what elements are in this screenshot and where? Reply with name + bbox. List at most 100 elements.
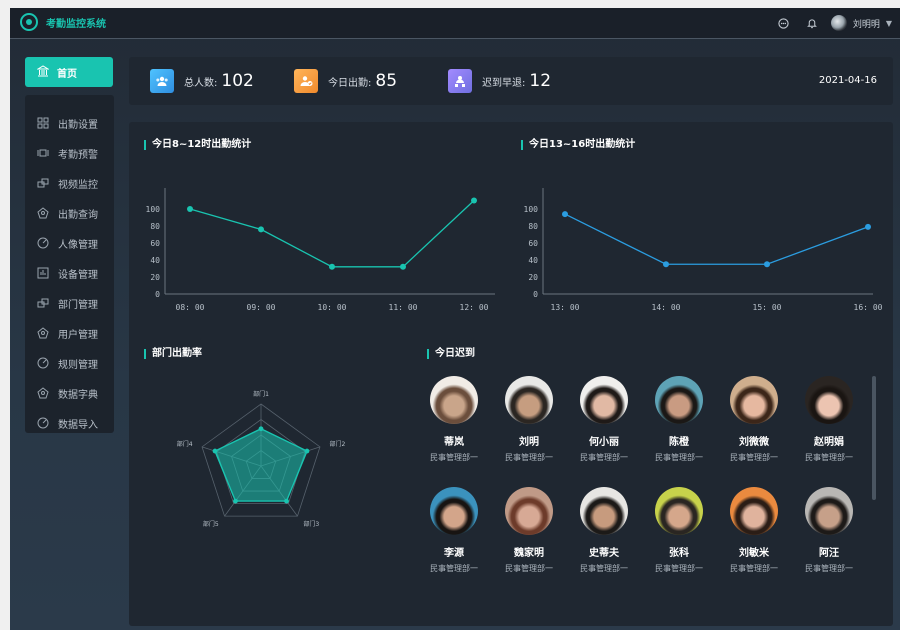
user-avatar[interactable] [830, 15, 847, 31]
import-icon [37, 417, 49, 429]
late-person-card[interactable]: 李源 民事管理部一 [419, 487, 489, 574]
user-name[interactable]: 刘明明 [853, 17, 880, 30]
current-date: 2021-04-16 [818, 75, 877, 86]
radar-point[interactable] [212, 448, 218, 454]
menu-item-label: 人像管理 [58, 239, 98, 251]
morning-y-tick: 20 [150, 273, 160, 282]
app-window: 考勤监控系统 刘明明 ▼ 首页 出勤设置考勤预警视频监控出勤查询人像管理设备管理… [10, 8, 900, 630]
menu-item-11[interactable]: 数据导入 [25, 412, 114, 434]
radar-point[interactable] [284, 498, 289, 504]
person-name: 何小丽 [589, 437, 619, 448]
person-avatar [730, 487, 778, 535]
bell-icon[interactable] [803, 14, 821, 32]
menu-item-4[interactable]: 出勤查询 [25, 202, 114, 224]
person-name: 赵明娟 [814, 437, 844, 448]
afternoon-series-line [564, 213, 869, 265]
late-person-card[interactable]: 刘敏米 民事管理部一 [719, 487, 789, 574]
brand[interactable]: 考勤监控系统 [20, 13, 106, 31]
person-dept: 民事管理部一 [505, 564, 553, 573]
late-person-card[interactable]: 史蒂夫 民事管理部一 [569, 487, 639, 574]
stat-total: 总人数: 102 [150, 69, 254, 93]
afternoon-data-point[interactable] [865, 223, 871, 230]
stat-present-label: 今日出勤: [328, 77, 372, 89]
radar-point[interactable] [258, 426, 264, 432]
morning-data-point[interactable] [329, 263, 335, 270]
late-person-card[interactable]: 赵明娟 民事管理部一 [794, 376, 864, 463]
person-name: 刘敏米 [739, 548, 769, 559]
late-person-card[interactable]: 刘明 民事管理部一 [494, 376, 564, 463]
menu-item-label: 出勤查询 [58, 209, 98, 221]
top-bar: 考勤监控系统 刘明明 ▼ [10, 8, 900, 39]
person-avatar [805, 487, 853, 535]
morning-x-tick: 09: 00 [247, 303, 276, 312]
menu-item-2[interactable]: 考勤预警 [25, 142, 114, 164]
morning-y-tick: 80 [150, 222, 160, 231]
radar-indicator-label: 部门2 [329, 440, 345, 448]
afternoon-x-tick: 15: 00 [753, 303, 782, 312]
person-dept: 民事管理部一 [805, 564, 853, 573]
late-person-card[interactable]: 魏家明 民事管理部一 [494, 487, 564, 574]
person-name: 李源 [444, 548, 464, 559]
radar-point[interactable] [233, 498, 238, 504]
person-dept: 民事管理部一 [580, 564, 628, 573]
late-person-card[interactable]: 何小丽 民事管理部一 [569, 376, 639, 463]
late-person-card[interactable]: 陈橙 民事管理部一 [644, 376, 714, 463]
menu-item-7[interactable]: 部门管理 [25, 292, 114, 314]
stat-late-label: 迟到早退: [482, 77, 526, 89]
afternoon-data-point[interactable] [764, 261, 770, 268]
chevron-down-icon[interactable]: ▼ [886, 19, 892, 28]
morning-data-point[interactable] [187, 206, 193, 212]
grid-icon [37, 117, 49, 129]
stat-present-value: 85 [375, 71, 398, 91]
afternoon-data-point[interactable] [663, 261, 669, 268]
top-right-tools: 刘明明 ▼ [775, 14, 892, 32]
person-dept: 民事管理部一 [580, 453, 628, 462]
menu-item-3[interactable]: 视频监控 [25, 172, 114, 194]
menu-item-home[interactable]: 首页 [25, 57, 113, 87]
afternoon-y-tick: 40 [528, 256, 538, 265]
dept-radar-chart: 部门1 部门2 部门3 部门5 部门4 [177, 390, 346, 528]
morning-y-tick: 0 [155, 290, 160, 299]
message-icon[interactable] [775, 14, 793, 32]
late-person-card[interactable]: 蒂岚 民事管理部一 [419, 376, 489, 463]
menu-item-6[interactable]: 设备管理 [25, 262, 114, 284]
user-icon [37, 327, 49, 339]
morning-chart-title: 今日8~12时出勤统计 [144, 140, 251, 150]
person-name: 魏家明 [514, 548, 544, 559]
menu-item-label: 用户管理 [58, 329, 98, 341]
late-person-card[interactable]: 阿汪 民事管理部一 [794, 487, 864, 574]
afternoon-data-point[interactable] [562, 211, 568, 218]
menu-item-1[interactable]: 出勤设置 [25, 112, 114, 134]
morning-data-point[interactable] [471, 197, 477, 204]
person-name: 刘明 [519, 437, 539, 448]
main-panel: 今日8~12时出勤统计 今日13~16时出勤统计 部门出勤率 今日迟到 0 20 4… [129, 122, 893, 626]
late-list-scrollbar[interactable] [872, 376, 876, 500]
afternoon-chart-title: 今日13~16时出勤统计 [521, 140, 635, 150]
person-dept: 民事管理部一 [655, 564, 703, 573]
radar-point[interactable] [304, 448, 310, 454]
radar-area [214, 428, 308, 502]
person-avatar [655, 487, 703, 535]
menu-item-10[interactable]: 数据字典 [25, 382, 114, 404]
menu-item-label: 考勤预警 [58, 149, 98, 161]
morning-data-point[interactable] [258, 226, 264, 233]
person-dept: 民事管理部一 [505, 453, 553, 462]
stats-bar: 总人数: 102 今日出勤: 85 迟到早退: 12 2021-04-16 [129, 57, 893, 105]
stat-late: 迟到早退: 12 [448, 69, 551, 93]
late-person-card[interactable]: 刘微微 民事管理部一 [719, 376, 789, 463]
menu-item-label: 规则管理 [58, 359, 98, 371]
morning-data-point[interactable] [400, 263, 406, 270]
afternoon-line-chart: 0 20 40 60 80 100 13: 00 14: 00 15: 00 16: 00 [524, 188, 883, 312]
morning-y-tick: 40 [150, 256, 160, 265]
menu-item-8[interactable]: 用户管理 [25, 322, 114, 344]
dept-chart-title: 部门出勤率 [144, 349, 202, 359]
late-person-card[interactable]: 张科 民事管理部一 [644, 487, 714, 574]
late-people-list: 蒂岚 民事管理部一 刘明 民事管理部一 何小丽 民事管理部一 陈橙 民事管理部一 刘微微 民事管理… [419, 376, 879, 596]
person-avatar [430, 376, 478, 424]
morning-x-tick: 08: 00 [176, 303, 205, 312]
person-avatar [505, 487, 553, 535]
menu-item-9[interactable]: 规则管理 [25, 352, 114, 374]
person-name: 刘微微 [739, 437, 769, 448]
radar-indicator-label: 部门1 [253, 390, 269, 398]
menu-item-5[interactable]: 人像管理 [25, 232, 114, 254]
